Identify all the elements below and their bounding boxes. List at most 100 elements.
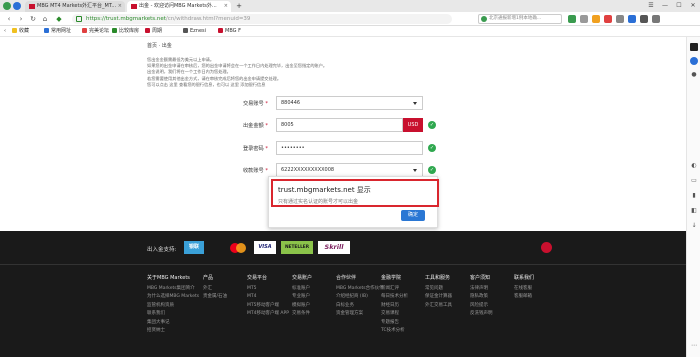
new-tab-button[interactable]: + bbox=[234, 1, 244, 12]
bookmarks-toggle-icon[interactable]: ‹ bbox=[4, 26, 6, 37]
site-icon bbox=[82, 28, 87, 33]
extension-icon[interactable] bbox=[640, 15, 648, 23]
browser-logo-icon[interactable] bbox=[3, 2, 11, 10]
url-path: /cn/withdraw.html?menuid=39 bbox=[165, 16, 251, 22]
footer-column-accounts: 交易账户 标准账户 专业账户 模拟账户 交易条件 bbox=[292, 274, 312, 319]
sidebar-app-icon[interactable]: ● bbox=[690, 71, 698, 79]
footer-link[interactable]: MT4 bbox=[247, 293, 289, 302]
footer-link[interactable]: MBG Markets集团简介 bbox=[147, 285, 199, 294]
site-icon bbox=[218, 28, 223, 33]
sidebar-tool-icon[interactable]: ◐ bbox=[690, 162, 698, 170]
footer-link[interactable]: MT5 bbox=[247, 285, 289, 294]
sidebar-tool-icon[interactable]: ↓ bbox=[690, 222, 698, 230]
footer-link[interactable]: MT5移动客户端 bbox=[247, 302, 289, 311]
home-icon[interactable]: ⌂ bbox=[40, 14, 50, 24]
footer-link[interactable]: 监管机构资质 bbox=[147, 302, 199, 311]
footer-link[interactable]: 财经日历 bbox=[381, 302, 408, 311]
footer-link[interactable]: 联系我们 bbox=[147, 310, 199, 319]
folder-icon bbox=[44, 28, 49, 33]
footer-link[interactable]: 保证金计算器 bbox=[425, 293, 452, 302]
footer-link[interactable]: 常见问题 bbox=[425, 285, 452, 294]
close-window-icon[interactable]: ✕ bbox=[686, 0, 700, 12]
bookmark-item[interactable]: 周期 bbox=[145, 26, 162, 37]
bookmark-item[interactable]: 完美论坛 bbox=[82, 26, 109, 37]
skrill-logo: Skrill bbox=[318, 241, 350, 254]
sidebar-app-icon[interactable] bbox=[690, 43, 698, 51]
footer-link[interactable]: 招贤纳士 bbox=[147, 327, 199, 336]
sidebar-app-icon[interactable] bbox=[690, 57, 698, 65]
amount-input[interactable]: 8005 bbox=[276, 118, 403, 132]
footer-column-notices: 客户须知 法律声明 隐私政策 风险提示 反洗钱声明 bbox=[470, 274, 493, 319]
url-field[interactable]: https://trust.mbgmarkets.net/cn/withdraw… bbox=[72, 14, 452, 24]
bookmark-item[interactable]: Eznesi bbox=[183, 26, 206, 37]
footer-link[interactable]: 为什么选择MBG Markets bbox=[147, 293, 199, 302]
bookmark-item[interactable]: MBG F bbox=[218, 26, 241, 37]
valid-check-icon: ✓ bbox=[428, 144, 436, 152]
forward-icon[interactable]: › bbox=[16, 14, 26, 24]
footer-link[interactable]: MBG Markets合作伙伴 bbox=[336, 285, 384, 294]
star-icon bbox=[12, 28, 17, 33]
sidebar-tool-icon[interactable]: ◧ bbox=[690, 207, 698, 215]
bookmark-label: 完美论坛 bbox=[89, 28, 110, 34]
minimize-icon[interactable]: — bbox=[658, 0, 672, 12]
footer-link[interactable]: 风险提示 bbox=[470, 302, 493, 311]
footer-link[interactable]: 白标业务 bbox=[336, 302, 384, 311]
footer-link[interactable]: 资金管理方案 bbox=[336, 310, 384, 319]
footer-link[interactable]: 模拟账户 bbox=[292, 302, 312, 311]
mbg-favicon-icon bbox=[29, 4, 35, 9]
bookmark-item[interactable]: 收藏 bbox=[12, 26, 29, 37]
footer-heading: 交易平台 bbox=[247, 275, 268, 281]
extension-icon[interactable] bbox=[604, 15, 612, 23]
footer-link[interactable]: 专业账户 bbox=[292, 293, 312, 302]
url-host: https://trust.mbgmarkets.net bbox=[86, 16, 166, 22]
close-tab-icon[interactable]: × bbox=[224, 1, 228, 12]
refresh-icon[interactable]: ↻ bbox=[28, 14, 38, 24]
account-select[interactable]: 880446 bbox=[276, 96, 423, 110]
footer-link[interactable]: 交易条件 bbox=[292, 310, 312, 319]
tab-title: 出金 - 欢迎访问MBG Markets外... bbox=[139, 3, 217, 9]
extension-icon[interactable] bbox=[652, 15, 660, 23]
sidebar-tool-icon[interactable]: ▮ bbox=[690, 192, 698, 200]
extension-icon[interactable] bbox=[616, 15, 624, 23]
footer-link[interactable]: 交易课程 bbox=[381, 310, 408, 319]
ok-button[interactable]: 确定 bbox=[401, 210, 425, 221]
tab-mbg-markets[interactable]: MBG MT4 Markets外汇平台_MT... × bbox=[25, 1, 125, 12]
download-icon[interactable] bbox=[580, 15, 588, 23]
footer-link[interactable]: 隐私政策 bbox=[470, 293, 493, 302]
footer-link[interactable]: 反洗钱声明 bbox=[470, 310, 493, 319]
footer-link[interactable]: 标准账户 bbox=[292, 285, 312, 294]
extension-icon[interactable] bbox=[592, 15, 600, 23]
menu-icon[interactable]: ☰ bbox=[644, 0, 658, 12]
search-input[interactable]: 北京通报新增1例本地确... bbox=[478, 14, 562, 24]
footer-link[interactable]: 客服邮箱 bbox=[514, 293, 534, 302]
tab-withdraw[interactable]: 出金 - 欢迎访问MBG Markets外... × bbox=[127, 1, 231, 12]
footer-link[interactable]: 专题报告 bbox=[381, 319, 408, 328]
extension-icon[interactable] bbox=[628, 15, 636, 23]
footer-link[interactable]: TC技术分析 bbox=[381, 327, 408, 336]
maximize-icon[interactable]: ☐ bbox=[672, 0, 686, 12]
shield-icon[interactable] bbox=[13, 2, 21, 10]
footer-link[interactable]: 法律声明 bbox=[470, 285, 493, 294]
footer-link[interactable]: 外汇交易工具 bbox=[425, 302, 452, 311]
bookmark-item[interactable]: 常用网址 bbox=[44, 26, 71, 37]
chat-icon[interactable] bbox=[541, 242, 552, 253]
footer-link[interactable]: 每日技术分析 bbox=[381, 293, 408, 302]
sidebar-tool-icon[interactable]: ▭ bbox=[690, 177, 698, 185]
footer-link[interactable]: 在线客服 bbox=[514, 285, 534, 294]
close-tab-icon[interactable]: × bbox=[118, 1, 122, 12]
dialog-message: 只有通过实名认证的账号才可以出金 bbox=[278, 199, 359, 205]
footer-link[interactable]: MT4移动客户端 APP bbox=[247, 310, 289, 319]
currency-unit: USD bbox=[403, 118, 423, 132]
extension-icon[interactable] bbox=[568, 15, 576, 23]
bank-account-select[interactable]: 6222XXXXXXXXX008 bbox=[276, 163, 423, 177]
footer-link[interactable]: 贵金属/石油 bbox=[203, 293, 227, 302]
bookmark-item[interactable]: 比较库房 bbox=[112, 26, 139, 37]
footer-link[interactable]: 新闻汇评 bbox=[381, 285, 408, 294]
back-icon[interactable]: ‹ bbox=[4, 14, 14, 24]
footer-link[interactable]: 外汇 bbox=[203, 285, 227, 294]
secure-shield-icon[interactable]: ◆ bbox=[54, 14, 64, 24]
password-input[interactable]: •••••••• bbox=[276, 141, 423, 155]
footer-link[interactable]: 介绍经纪商 (IB) bbox=[336, 293, 384, 302]
sidebar-more-icon[interactable]: ⋯ bbox=[690, 342, 698, 350]
footer-link[interactable]: 集团大事记 bbox=[147, 319, 199, 328]
